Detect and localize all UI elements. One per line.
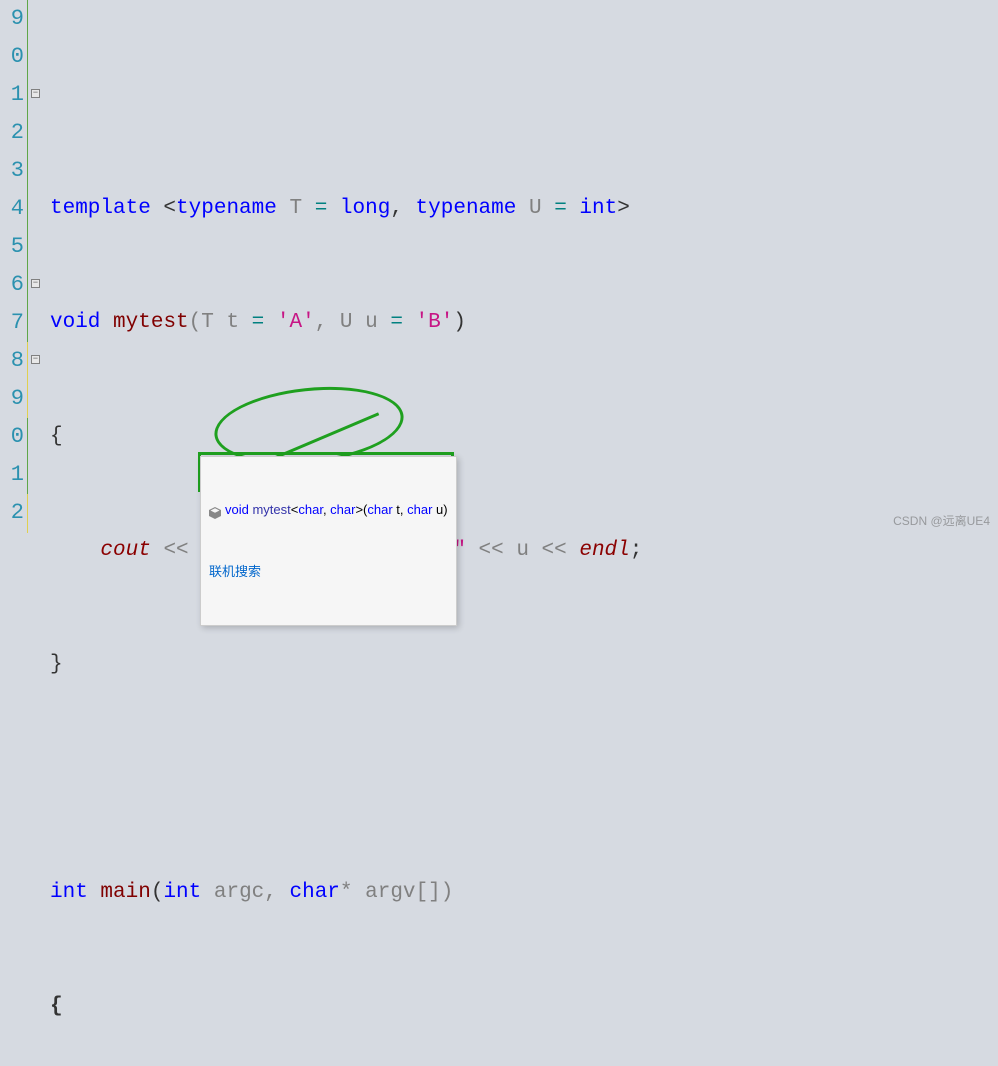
fold-toggle[interactable]: − <box>31 355 40 364</box>
tooltip-signature: void mytest<char, char>(char t, char u) <box>209 500 448 520</box>
line-number: 1 <box>0 76 24 114</box>
line-number: 0 <box>0 418 24 456</box>
code-line[interactable]: { <box>50 418 998 456</box>
line-number: 5 <box>0 228 24 266</box>
tooltip-search-link[interactable]: 联机搜索 <box>209 562 448 582</box>
code-line[interactable]: int main(int argc, char* argv[]) <box>50 874 998 912</box>
intellisense-tooltip[interactable]: void mytest<char, char>(char t, char u) … <box>200 456 457 626</box>
line-number: 6 <box>0 266 24 304</box>
code-line[interactable]: cout << "t: " << t << ", u: " << u << en… <box>50 532 998 570</box>
code-line[interactable]: void mytest(T t = 'A', U u = 'B') <box>50 304 998 342</box>
fold-toggle[interactable]: − <box>31 89 40 98</box>
code-content[interactable]: template <typename T = long, typename U … <box>44 0 998 533</box>
code-line[interactable] <box>50 760 998 798</box>
fold-column: − − − <box>28 0 44 533</box>
line-number: 0 <box>0 38 24 76</box>
watermark: CSDN @远离UE4 <box>893 512 990 529</box>
line-number: 2 <box>0 114 24 152</box>
line-number: 4 <box>0 190 24 228</box>
line-number: 7 <box>0 304 24 342</box>
code-line[interactable]: template <typename T = long, typename U … <box>50 190 998 228</box>
code-editor: 9 0 1 2 3 4 5 6 7 8 9 0 1 2 − − − templa… <box>0 0 998 533</box>
line-number: 9 <box>0 0 24 38</box>
line-number: 1 <box>0 456 24 494</box>
code-line[interactable]: } <box>50 646 998 684</box>
line-number: 2 <box>0 494 24 532</box>
line-number: 8 <box>0 342 24 380</box>
line-number: 3 <box>0 152 24 190</box>
code-line[interactable] <box>50 76 998 114</box>
code-line[interactable]: { <box>50 988 998 1026</box>
cube-icon <box>209 505 221 517</box>
fold-toggle[interactable]: − <box>31 279 40 288</box>
line-number-gutter: 9 0 1 2 3 4 5 6 7 8 9 0 1 2 <box>0 0 28 533</box>
line-number: 9 <box>0 380 24 418</box>
